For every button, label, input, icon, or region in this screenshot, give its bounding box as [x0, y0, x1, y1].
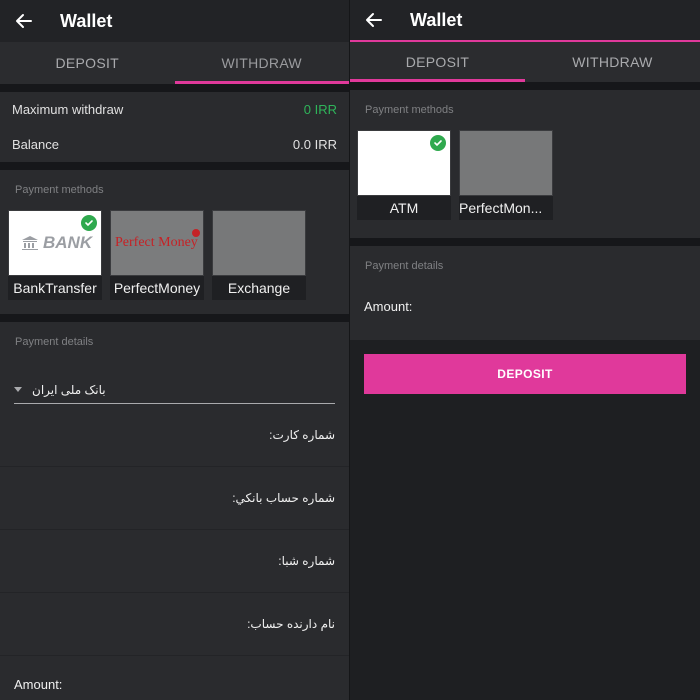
max-withdraw-row: Maximum withdraw 0 IRR	[12, 92, 337, 127]
back-arrow-icon[interactable]	[364, 10, 384, 30]
payment-methods-list: BANK BankTransfer Perfect Money PerfectM…	[0, 210, 349, 314]
balance-row: Balance 0.0 IRR	[12, 127, 337, 162]
dropdown-caret-icon	[14, 387, 22, 392]
method-perfect-money[interactable]: Perfect Money PerfectMoney	[110, 210, 204, 300]
method-label: PerfectMon...	[459, 200, 543, 216]
card-number-field[interactable]: شماره کارت:	[0, 404, 349, 467]
bank-logo: BANK	[21, 233, 92, 253]
page-title: Wallet	[410, 9, 463, 30]
tab-deposit[interactable]: DEPOSIT	[0, 42, 175, 84]
payment-details-label: Payment details	[15, 336, 94, 348]
check-circle-icon	[81, 215, 97, 231]
withdraw-info: Maximum withdraw 0 IRR Balance 0.0 IRR	[0, 92, 349, 162]
divider	[0, 162, 349, 170]
method-label: PerfectMoney	[113, 280, 201, 296]
account-holder-field[interactable]: نام دارنده حساب:	[0, 593, 349, 656]
exchange-image	[212, 210, 306, 276]
divider	[0, 314, 349, 322]
back-arrow-icon[interactable]	[14, 11, 34, 31]
method-atm[interactable]: ATM	[357, 130, 451, 220]
tab-bar: DEPOSIT WITHDRAW	[0, 42, 349, 84]
bank-select-value: بانک ملی ایران	[32, 382, 106, 397]
balance-value: 0.0 IRR	[292, 137, 337, 152]
payment-methods-label: Payment methods	[15, 184, 104, 196]
check-circle-icon	[430, 135, 446, 151]
bank-building-icon	[22, 236, 38, 250]
divider	[350, 238, 700, 246]
method-perfect-money[interactable]: PerfectMon...	[459, 130, 553, 220]
account-number-field[interactable]: شماره حساب بانکي:	[0, 467, 349, 530]
top-app-bar: Wallet	[0, 0, 349, 42]
method-exchange[interactable]: Exchange	[212, 210, 306, 300]
perfect-money-badge-icon	[192, 229, 200, 237]
deposit-screen: Wallet DEPOSIT WITHDRAW Payment methods …	[350, 0, 700, 700]
perfect-money-logo-image: Perfect Money	[110, 210, 204, 276]
balance-label: Balance	[12, 137, 59, 152]
payment-details-label: Payment details	[365, 260, 444, 272]
withdraw-screen: Wallet DEPOSIT WITHDRAW Maximum withdraw…	[0, 0, 350, 700]
divider	[350, 82, 700, 90]
top-app-bar: Wallet	[350, 0, 700, 40]
tab-deposit[interactable]: DEPOSIT	[350, 42, 525, 82]
atm-image	[357, 130, 451, 196]
payment-methods-list: ATM PerfectMon...	[350, 130, 700, 238]
tab-withdraw[interactable]: WITHDRAW	[525, 42, 700, 82]
tab-withdraw[interactable]: WITHDRAW	[174, 42, 350, 84]
tab-bar: DEPOSIT WITHDRAW	[350, 40, 700, 82]
max-withdraw-value: 0 IRR	[303, 102, 337, 117]
page-title: Wallet	[60, 10, 113, 31]
deposit-button[interactable]: DEPOSIT	[364, 354, 686, 394]
bank-logo-image: BANK	[8, 210, 102, 276]
method-bank-transfer[interactable]: BANK BankTransfer	[8, 210, 102, 300]
bank-select[interactable]: بانک ملی ایران	[14, 376, 335, 404]
perfect-money-logo: Perfect Money	[115, 235, 198, 250]
payment-methods-label: Payment methods	[365, 104, 454, 116]
method-label: ATM	[389, 200, 419, 216]
amount-field[interactable]: Amount:	[350, 272, 700, 340]
method-label: BankTransfer	[13, 280, 97, 296]
iban-field[interactable]: شماره شبا:	[0, 530, 349, 593]
amount-field[interactable]: Amount:	[0, 656, 349, 700]
perfect-money-image	[459, 130, 553, 196]
method-label: Exchange	[227, 280, 291, 296]
payment-details-section: Payment details	[350, 246, 700, 272]
payment-details-section: Payment details بانک ملی ایران شماره کار…	[0, 322, 349, 700]
max-withdraw-label: Maximum withdraw	[12, 102, 124, 117]
divider	[0, 84, 349, 92]
